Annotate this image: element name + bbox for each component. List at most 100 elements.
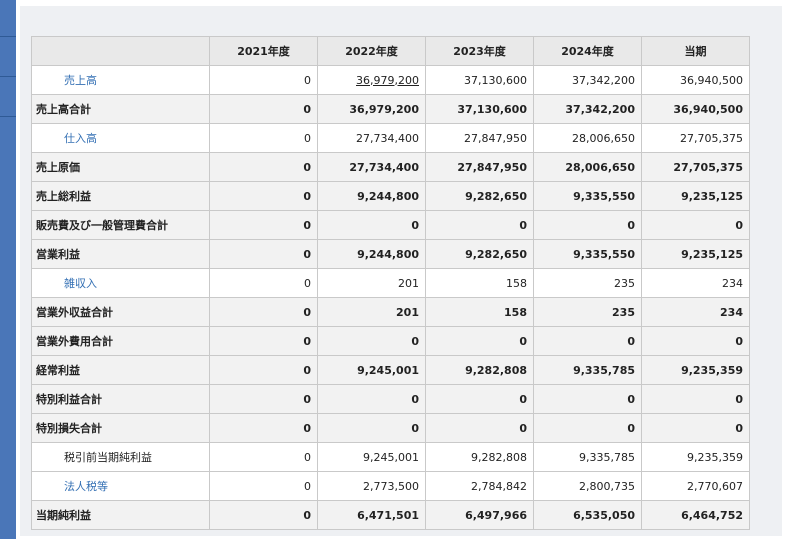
value-text: 9,235,125 — [681, 247, 743, 261]
value-text: 9,235,359 — [681, 363, 743, 377]
row-label: 税引前当期純利益 — [31, 442, 210, 472]
rail-divider — [0, 36, 16, 37]
value-cell: 0 — [209, 355, 318, 385]
value-text: 2,770,607 — [687, 479, 743, 493]
table-row: 売上総利益 0 9,244,800 9,282,650 9,335,550 9,235,1… — [31, 181, 750, 211]
value-cell: 0 — [209, 297, 318, 327]
header-year-2022: 2022年度 — [317, 36, 426, 66]
value-text: 0 — [519, 421, 527, 435]
value-text: 27,705,375 — [673, 160, 743, 174]
value-cell: 9,282,808 — [425, 355, 534, 385]
header-year-2023: 2023年度 — [425, 36, 534, 66]
row-label[interactable]: 雑収入 — [31, 268, 210, 298]
value-cell: 0 — [317, 384, 426, 414]
rail-divider — [0, 76, 16, 77]
value-cell: 28,006,650 — [533, 123, 642, 153]
value-cell: 235 — [533, 297, 642, 327]
value-text: 234 — [722, 276, 743, 290]
value-cell: 0 — [641, 413, 750, 443]
row-label: 営業外収益合計 — [31, 297, 210, 327]
value-cell: 234 — [641, 297, 750, 327]
value-cell: 0 — [533, 384, 642, 414]
row-label[interactable]: 売上高 — [31, 65, 210, 95]
value-text: 0 — [627, 421, 635, 435]
value-cell: 27,847,950 — [425, 152, 534, 182]
row-label: 営業利益 — [31, 239, 210, 269]
row-label[interactable]: 法人税等 — [31, 471, 210, 501]
value-cell: 0 — [209, 210, 318, 240]
value-cell: 36,979,200 — [317, 94, 426, 124]
profit-loss-table: 2021年度 2022年度 2023年度 2024年度 当期 売上高 0 36,97… — [31, 36, 750, 530]
value-cell: 27,847,950 — [425, 123, 534, 153]
value-text: 0 — [735, 421, 743, 435]
value-cell: 9,235,359 — [641, 442, 750, 472]
value-cell: 6,497,966 — [425, 500, 534, 530]
value-text[interactable]: 36,979,200 — [356, 74, 419, 87]
value-cell: 27,705,375 — [641, 123, 750, 153]
value-cell: 9,335,785 — [533, 355, 642, 385]
value-text: 0 — [303, 508, 311, 522]
value-cell: 0 — [209, 65, 318, 95]
value-cell: 27,705,375 — [641, 152, 750, 182]
table-row: 仕入高 0 27,734,400 27,847,950 28,006,650 27,705… — [31, 123, 750, 153]
report-panel: 2021年度 2022年度 2023年度 2024年度 当期 売上高 0 36,97… — [20, 6, 782, 536]
value-text: 36,979,200 — [349, 102, 419, 116]
value-text: 0 — [627, 218, 635, 232]
value-cell: 6,471,501 — [317, 500, 426, 530]
value-cell: 234 — [641, 268, 750, 298]
value-cell: 0 — [641, 210, 750, 240]
value-cell: 0 — [425, 413, 534, 443]
value-text: 0 — [303, 102, 311, 116]
row-label: 当期純利益 — [31, 500, 210, 530]
value-text: 6,497,966 — [465, 508, 527, 522]
value-text: 0 — [411, 334, 419, 348]
value-text: 0 — [627, 334, 635, 348]
value-cell: 0 — [209, 268, 318, 298]
value-text: 9,335,785 — [573, 363, 635, 377]
value-cell: 2,770,607 — [641, 471, 750, 501]
value-cell: 2,773,500 — [317, 471, 426, 501]
value-text: 9,335,550 — [573, 189, 635, 203]
value-cell: 9,245,001 — [317, 355, 426, 385]
value-text: 0 — [303, 189, 311, 203]
table-row: 特別損失合計 0 0 0 0 0 — [31, 413, 750, 443]
value-text: 234 — [720, 305, 743, 319]
value-cell: 9,282,808 — [425, 442, 534, 472]
value-cell: 28,006,650 — [533, 152, 642, 182]
value-text: 0 — [627, 392, 635, 406]
value-text: 0 — [303, 305, 311, 319]
table-row: 売上原価 0 27,734,400 27,847,950 28,006,650 27,70… — [31, 152, 750, 182]
value-cell: 9,235,125 — [641, 239, 750, 269]
value-cell: 0 — [533, 413, 642, 443]
value-cell: 9,335,785 — [533, 442, 642, 472]
table-row: 法人税等 0 2,773,500 2,784,842 2,800,735 2,770,60… — [31, 471, 750, 501]
row-label[interactable]: 仕入高 — [31, 123, 210, 153]
value-text: 235 — [612, 305, 635, 319]
value-cell: 27,734,400 — [317, 123, 426, 153]
value-text: 0 — [304, 450, 311, 464]
value-text: 37,130,600 — [457, 102, 527, 116]
value-cell: 37,130,600 — [425, 65, 534, 95]
header-label-cell — [31, 36, 210, 66]
value-text: 28,006,650 — [572, 131, 635, 145]
value-cell: 2,800,735 — [533, 471, 642, 501]
value-text: 0 — [303, 363, 311, 377]
value-cell: 0 — [209, 94, 318, 124]
left-sidebar-rail — [0, 0, 16, 539]
value-text: 9,282,650 — [465, 247, 527, 261]
value-text: 9,245,001 — [363, 450, 419, 464]
value-text: 6,471,501 — [357, 508, 419, 522]
table-row: 経常利益 0 9,245,001 9,282,808 9,335,785 9,235,35… — [31, 355, 750, 385]
value-text: 9,244,800 — [357, 247, 419, 261]
value-text: 0 — [735, 334, 743, 348]
value-cell: 9,282,650 — [425, 239, 534, 269]
value-cell: 0 — [425, 210, 534, 240]
value-cell: 0 — [209, 326, 318, 356]
value-cell: 0 — [209, 181, 318, 211]
rail-divider — [0, 116, 16, 117]
value-cell: 201 — [317, 297, 426, 327]
value-text: 9,282,808 — [471, 450, 527, 464]
table-row: 営業外費用合計 0 0 0 0 0 — [31, 326, 750, 356]
table-row: 特別利益合計 0 0 0 0 0 — [31, 384, 750, 414]
value-text: 0 — [304, 479, 311, 493]
